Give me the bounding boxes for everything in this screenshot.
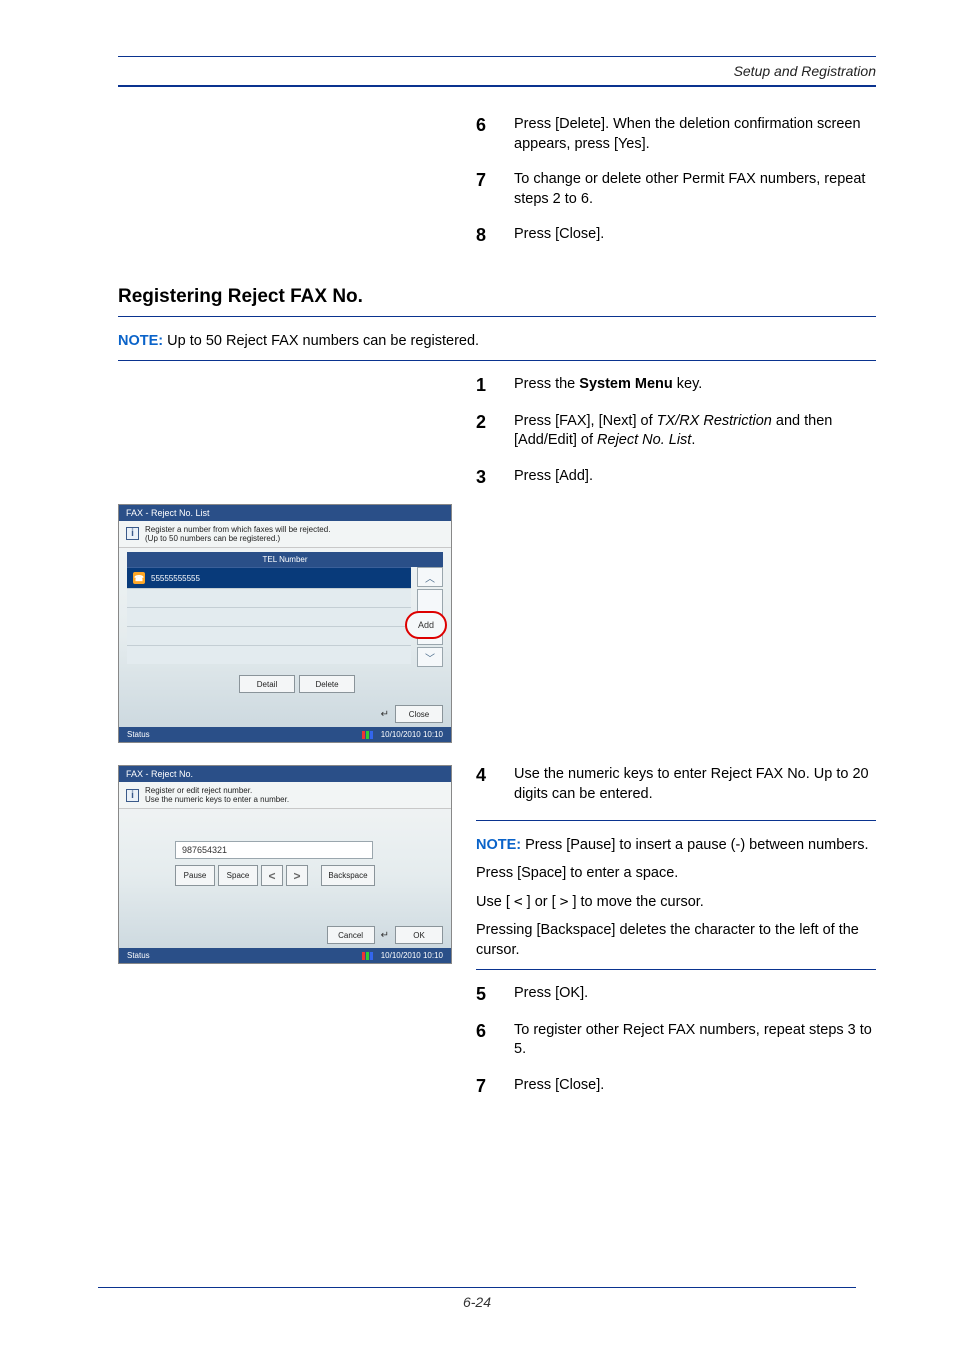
detail-button[interactable]: Detail	[239, 675, 295, 693]
step-text: Press [Close].	[514, 225, 604, 246]
step-number: 2	[476, 412, 496, 451]
status-indicator-icon	[362, 952, 373, 960]
step-number: 1	[476, 375, 496, 396]
space-button[interactable]: Space	[218, 865, 258, 886]
list-item	[127, 588, 411, 607]
scroll-up-button[interactable]: ︿	[417, 567, 443, 587]
step-text: To change or delete other Permit FAX num…	[514, 170, 876, 209]
step-text: Press [OK].	[514, 984, 588, 1005]
list-item	[127, 607, 411, 626]
step-number: 6	[476, 1021, 496, 1060]
phone-icon: ☎	[133, 572, 145, 584]
step-number: 5	[476, 984, 496, 1005]
note-label: NOTE:	[476, 837, 521, 853]
return-icon: ↵	[381, 930, 389, 941]
return-icon: ↵	[381, 709, 389, 720]
step-text: Press [Delete]. When the deletion confir…	[514, 115, 876, 154]
status-label[interactable]: Status	[127, 730, 150, 739]
info-icon: i	[126, 789, 139, 802]
page-section-title: Setup and Registration	[118, 63, 876, 79]
note-text: Press [Pause] to insert a pause (-) betw…	[525, 837, 868, 853]
scroll-down-button[interactable]: ﹀	[417, 647, 443, 667]
status-timestamp: 10/10/2010 10:10	[381, 730, 443, 739]
cursor-right-button[interactable]: >	[286, 865, 308, 886]
panel-info-text: Register a number from which faxes will …	[145, 525, 330, 543]
step-text: Use the numeric keys to enter Reject FAX…	[514, 765, 876, 804]
step-text: Press the System Menu key.	[514, 375, 702, 396]
fax-reject-list-panel: FAX - Reject No. List i Register a numbe…	[118, 504, 452, 743]
panel-info-text: Register or edit reject number. Use the …	[145, 786, 289, 804]
note-text: Pressing [Backspace] deletes the charact…	[476, 920, 876, 961]
list-item	[127, 645, 411, 664]
tel-number-value: 55555555555	[151, 574, 200, 583]
info-icon: i	[126, 527, 139, 540]
list-item	[127, 626, 411, 645]
cancel-button[interactable]: Cancel	[327, 926, 375, 944]
reject-number-input[interactable]: 987654321	[175, 841, 373, 859]
close-button[interactable]: Close	[395, 705, 443, 723]
step-text: Press [Close].	[514, 1076, 604, 1097]
note-label: NOTE:	[118, 333, 163, 349]
step-number: 6	[476, 115, 496, 154]
delete-button[interactable]: Delete	[299, 675, 355, 693]
note-text: Up to 50 Reject FAX numbers can be regis…	[167, 333, 479, 349]
list-item[interactable]: ☎ 55555555555	[127, 567, 411, 588]
status-indicator-icon	[362, 731, 373, 739]
ok-button[interactable]: OK	[395, 926, 443, 944]
cursor-left-button[interactable]: <	[261, 865, 283, 886]
step-number: 8	[476, 225, 496, 246]
step-number: 3	[476, 467, 496, 488]
add-button[interactable]: Add	[405, 611, 447, 639]
column-header: TEL Number	[127, 552, 443, 567]
step-number: 7	[476, 1076, 496, 1097]
panel-title: FAX - Reject No.	[119, 766, 451, 782]
step-text: Press [FAX], [Next] of TX/RX Restriction…	[514, 412, 876, 451]
fax-reject-entry-panel: FAX - Reject No. i Register or edit reje…	[118, 765, 452, 964]
status-label[interactable]: Status	[127, 951, 150, 960]
step-text: To register other Reject FAX numbers, re…	[514, 1021, 876, 1060]
panel-title: FAX - Reject No. List	[119, 505, 451, 521]
subsection-heading: Registering Reject FAX No.	[118, 286, 876, 308]
status-timestamp: 10/10/2010 10:10	[381, 951, 443, 960]
page-number: 6-24	[463, 1294, 491, 1310]
note-text: Use [ < ] or [ > ] to move the cursor.	[476, 892, 876, 912]
step-number: 7	[476, 170, 496, 209]
note-text: Press [Space] to enter a space.	[476, 863, 876, 883]
step-number: 4	[476, 765, 496, 804]
pause-button[interactable]: Pause	[175, 865, 215, 886]
backspace-button[interactable]: Backspace	[321, 865, 375, 886]
step-text: Press [Add].	[514, 467, 593, 488]
